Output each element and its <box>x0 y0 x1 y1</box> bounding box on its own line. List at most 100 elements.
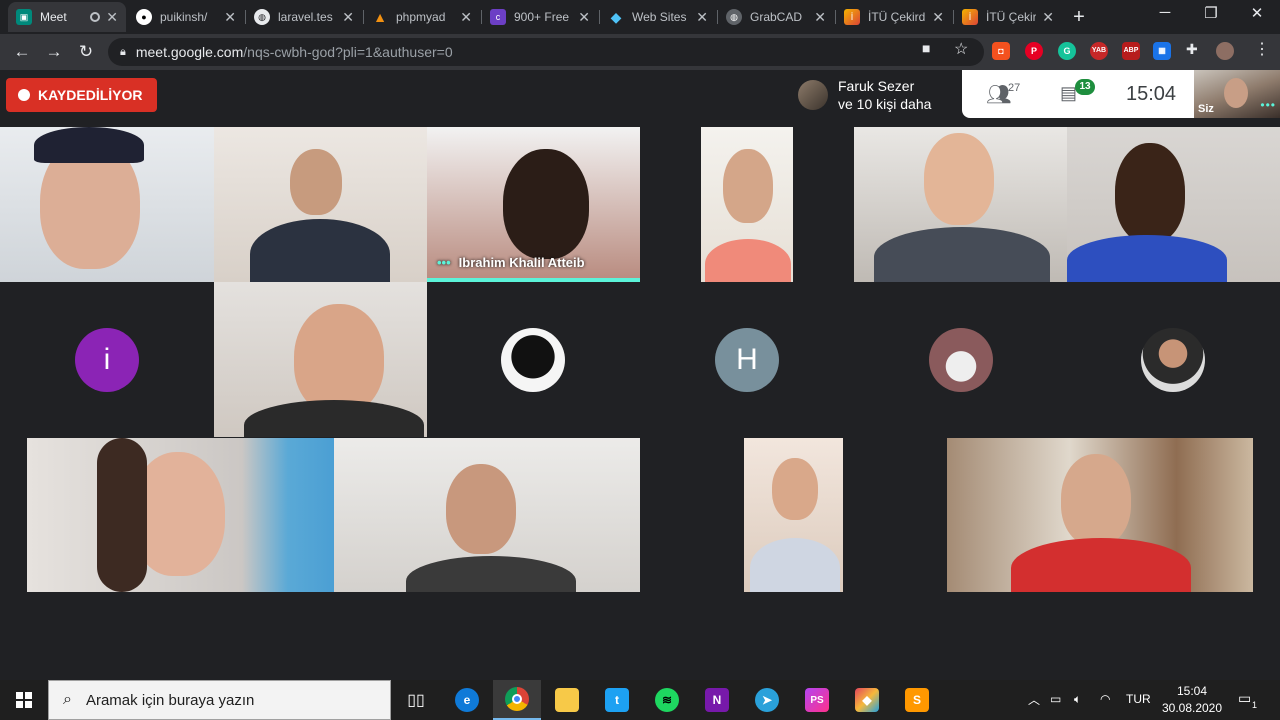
close-icon[interactable]: ✕ <box>814 9 826 26</box>
globe-icon: ◍ <box>254 9 270 25</box>
menu-kebab-icon[interactable]: ⋮ <box>1254 39 1270 59</box>
self-view-tile[interactable]: Siz ••• <box>1194 70 1280 118</box>
taskbar-phpstorm[interactable]: PS <box>793 680 841 720</box>
avatar-tile[interactable] <box>854 282 1067 437</box>
taskbar-telegram[interactable]: ➤ <box>743 680 791 720</box>
tab-meet[interactable]: ▣ Meet ✕ <box>8 2 126 32</box>
phpstorm-icon: PS <box>805 688 829 712</box>
volume-icon[interactable]: 🔈︎ <box>1074 692 1081 707</box>
websites-icon: ◆ <box>610 8 622 25</box>
task-view-button[interactable]: ▯▯ <box>392 680 440 720</box>
new-tab-button[interactable]: + <box>1068 6 1090 29</box>
video-tile[interactable] <box>1067 127 1280 282</box>
close-icon[interactable]: ✕ <box>106 9 118 26</box>
tab-phpmyadmin[interactable]: ▲ phpmyad ✕ <box>364 2 480 32</box>
abp-extension-icon[interactable]: ABP <box>1122 42 1140 60</box>
grammarly-icon[interactable]: G <box>1058 42 1076 60</box>
profile-avatar[interactable] <box>1216 42 1234 60</box>
taskbar-edge[interactable]: e <box>443 680 491 720</box>
camera-icon[interactable]: ■ <box>922 40 930 56</box>
close-icon[interactable]: ✕ <box>932 9 944 26</box>
avatar-tile[interactable] <box>427 282 640 437</box>
close-icon[interactable]: ✕ <box>1042 9 1054 26</box>
avatar-tile[interactable]: H <box>640 282 854 437</box>
close-window-button[interactable]: ✕ <box>1234 4 1280 22</box>
presenter-card[interactable]: Faruk Sezer ve 10 kişi daha <box>790 72 962 118</box>
close-icon[interactable]: ✕ <box>696 9 708 26</box>
tab-label: laravel.tes <box>278 10 333 24</box>
reload-button[interactable]: ↻ <box>74 40 98 64</box>
wifi-icon[interactable]: ◠ <box>1100 692 1110 706</box>
taskbar-chrome[interactable] <box>493 680 541 720</box>
back-button[interactable]: ← <box>10 40 34 64</box>
close-icon[interactable]: ✕ <box>342 9 354 26</box>
close-icon[interactable]: ✕ <box>578 9 590 26</box>
minimize-button[interactable]: ─ <box>1142 4 1188 21</box>
tab-grabcad[interactable]: ◍ GrabCAD ✕ <box>718 2 834 32</box>
tab-itu-1[interactable]: İ İTÜ Çekird ✕ <box>836 2 952 32</box>
close-icon[interactable]: ✕ <box>224 9 236 26</box>
participant-shirt <box>705 239 791 282</box>
tab-label: phpmyad <box>396 10 446 24</box>
yab-extension-icon[interactable]: YAB <box>1090 42 1108 60</box>
recording-label: KAYDEDİLİYOR <box>38 87 143 103</box>
restore-button[interactable]: ❐ <box>1188 4 1234 22</box>
github-icon: ● <box>136 9 152 25</box>
tab-websites[interactable]: ◆ Web Sites ✕ <box>600 2 716 32</box>
close-icon[interactable]: ✕ <box>460 9 472 26</box>
bookmark-star-icon[interactable]: ☆ <box>954 39 968 59</box>
taskbar-search[interactable]: ⌕ Aramak için buraya yazın <box>48 680 391 720</box>
taskbar-twitter[interactable]: t <box>593 680 641 720</box>
recording-indicator-icon <box>90 12 101 22</box>
taskbar-spotify[interactable]: ≋ <box>643 680 691 720</box>
tab-laravel[interactable]: ◍ laravel.tes ✕ <box>246 2 362 32</box>
tab-colorlib[interactable]: c 900+ Free ✕ <box>482 2 598 32</box>
extension-shop-icon[interactable]: ◘ <box>992 42 1010 60</box>
notification-center-icon[interactable]: ▭ <box>1238 690 1251 707</box>
clock-date: 30.08.2020 <box>1161 701 1223 715</box>
taskbar-onenote[interactable]: N <box>693 680 741 720</box>
participant-face <box>290 149 342 215</box>
battery-icon[interactable]: ▭ <box>1050 692 1061 706</box>
video-tile[interactable] <box>214 282 427 437</box>
colorlib-icon: c <box>490 9 506 25</box>
avatar-tile[interactable] <box>1067 282 1280 437</box>
video-tile[interactable] <box>744 438 843 592</box>
video-tile[interactable] <box>214 127 427 282</box>
forward-button[interactable]: → <box>42 40 66 64</box>
video-tile[interactable] <box>947 438 1253 592</box>
participant-face <box>446 464 516 554</box>
lock-icon: 🔒︎ <box>120 45 126 58</box>
tab-label: İTÜ Çekird <box>868 10 926 24</box>
participant-shirt <box>250 219 390 282</box>
taskbar-sourcetree[interactable]: ◆ <box>843 680 891 720</box>
calendar-extension-icon[interactable]: ▦ <box>1153 42 1171 60</box>
onenote-icon: N <box>705 688 729 712</box>
participant-face <box>723 149 773 223</box>
video-tile[interactable] <box>701 127 793 282</box>
tab-itu-2[interactable]: İ İTÜ Çekird ✕ <box>954 2 1062 32</box>
input-language[interactable]: TUR <box>1126 692 1151 706</box>
address-bar[interactable]: 🔒︎ meet.google.com/nqs-cwbh-god?pli=1&au… <box>108 38 984 66</box>
avatar-tile[interactable]: i <box>0 282 214 437</box>
start-button[interactable] <box>0 680 48 720</box>
tab-github[interactable]: ● puikinsh/ ✕ <box>128 2 244 32</box>
pinterest-icon[interactable]: P <box>1025 42 1043 60</box>
video-tile[interactable] <box>854 127 1067 282</box>
taskbar-clock[interactable]: 15:04 30.08.2020 <box>1156 683 1228 717</box>
extensions-puzzle-icon[interactable]: ✚ <box>1186 41 1198 58</box>
participant-shirt <box>244 400 424 437</box>
search-placeholder: Aramak için buraya yazın <box>85 691 255 709</box>
video-tile[interactable] <box>0 127 214 282</box>
video-tile[interactable] <box>27 438 334 592</box>
taskbar-sublime[interactable]: S <box>893 680 941 720</box>
avatar <box>929 328 993 392</box>
meet-icon: ▣ <box>16 9 32 25</box>
windows-taskbar: ⌕ Aramak için buraya yazın ▯▯ e t ≋ N ➤ … <box>0 680 1280 720</box>
avatar <box>798 80 828 110</box>
show-hidden-icons-chevron-icon[interactable]: ︿ <box>1028 691 1040 708</box>
video-tile[interactable] <box>334 438 640 592</box>
taskbar-file-explorer[interactable] <box>543 680 591 720</box>
video-tile-active-speaker[interactable]: ••• Ibrahim Khalil Atteib <box>427 127 640 282</box>
notification-count: 1 <box>1252 700 1258 710</box>
